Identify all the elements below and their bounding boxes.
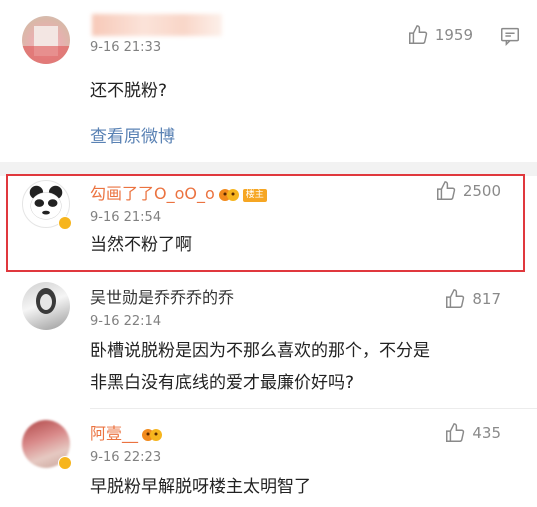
verified-badge-icon — [58, 216, 72, 230]
comment-text-line: 非黑白没有底线的爱才最廉价好吗? — [90, 373, 355, 393]
avatar[interactable] — [22, 282, 70, 330]
like-button[interactable]: 435 — [444, 422, 501, 444]
comment-time: 9-16 22:14 — [90, 314, 162, 329]
thumbs-up-icon — [446, 289, 465, 308]
comment-time: 9-16 21:54 — [90, 210, 162, 225]
comment-username[interactable]: 勾画了了O_oO_o 楼主 — [90, 184, 267, 204]
comment-item: 9-16 21:33 还不脱粉? 查看原微博 1959 — [0, 0, 537, 160]
avatar[interactable] — [22, 16, 70, 64]
comment-text: 还不脱粉? — [90, 81, 168, 101]
comment-username[interactable]: 吴世勋是乔乔乔的乔 — [90, 288, 234, 308]
like-count: 1959 — [434, 26, 473, 44]
thumbs-up-icon — [446, 423, 465, 442]
username-text[interactable]: 勾画了了O_oO_o — [90, 184, 215, 203]
comment-item: 勾画了了O_oO_o 楼主 9-16 21:54 当然不粉了啊 2500 — [0, 176, 537, 272]
comment-time: 9-16 22:23 — [90, 450, 162, 465]
like-button[interactable]: 2500 — [435, 180, 501, 202]
like-count: 2500 — [462, 182, 501, 200]
comment-text: 当然不粉了啊 — [90, 235, 192, 255]
like-count: 435 — [472, 424, 501, 442]
comment-text-line: 卧槽说脱粉是因为不那么喜欢的那个，不分是 — [90, 341, 430, 361]
comment-username[interactable] — [92, 14, 222, 36]
vip-crown-icon — [218, 189, 239, 201]
comment-separator — [90, 408, 537, 409]
username-text[interactable]: 阿壹__ — [90, 424, 138, 443]
vip-crown-icon — [142, 429, 163, 441]
comment-icon[interactable] — [499, 25, 521, 47]
like-count: 817 — [472, 290, 501, 308]
comment-text: 早脱粉早解脱呀楼主太明智了 — [90, 477, 311, 497]
like-button[interactable]: 1959 — [407, 24, 473, 46]
comment-item: 阿壹__ 9-16 22:23 早脱粉早解脱呀楼主太明智了 435 — [0, 414, 537, 507]
view-original-link[interactable]: 查看原微博 — [90, 122, 175, 147]
comment-item: 吴世勋是乔乔乔的乔 9-16 22:14 卧槽说脱粉是因为不那么喜欢的那个，不分… — [0, 278, 537, 406]
like-button[interactable]: 817 — [444, 288, 501, 310]
comment-time: 9-16 21:33 — [90, 40, 162, 55]
verified-badge-icon — [58, 456, 72, 470]
host-badge: 楼主 — [242, 189, 267, 202]
thumbs-up-icon — [436, 181, 456, 200]
comment-username[interactable]: 阿壹__ — [90, 424, 163, 444]
thumbs-up-icon — [408, 25, 428, 44]
